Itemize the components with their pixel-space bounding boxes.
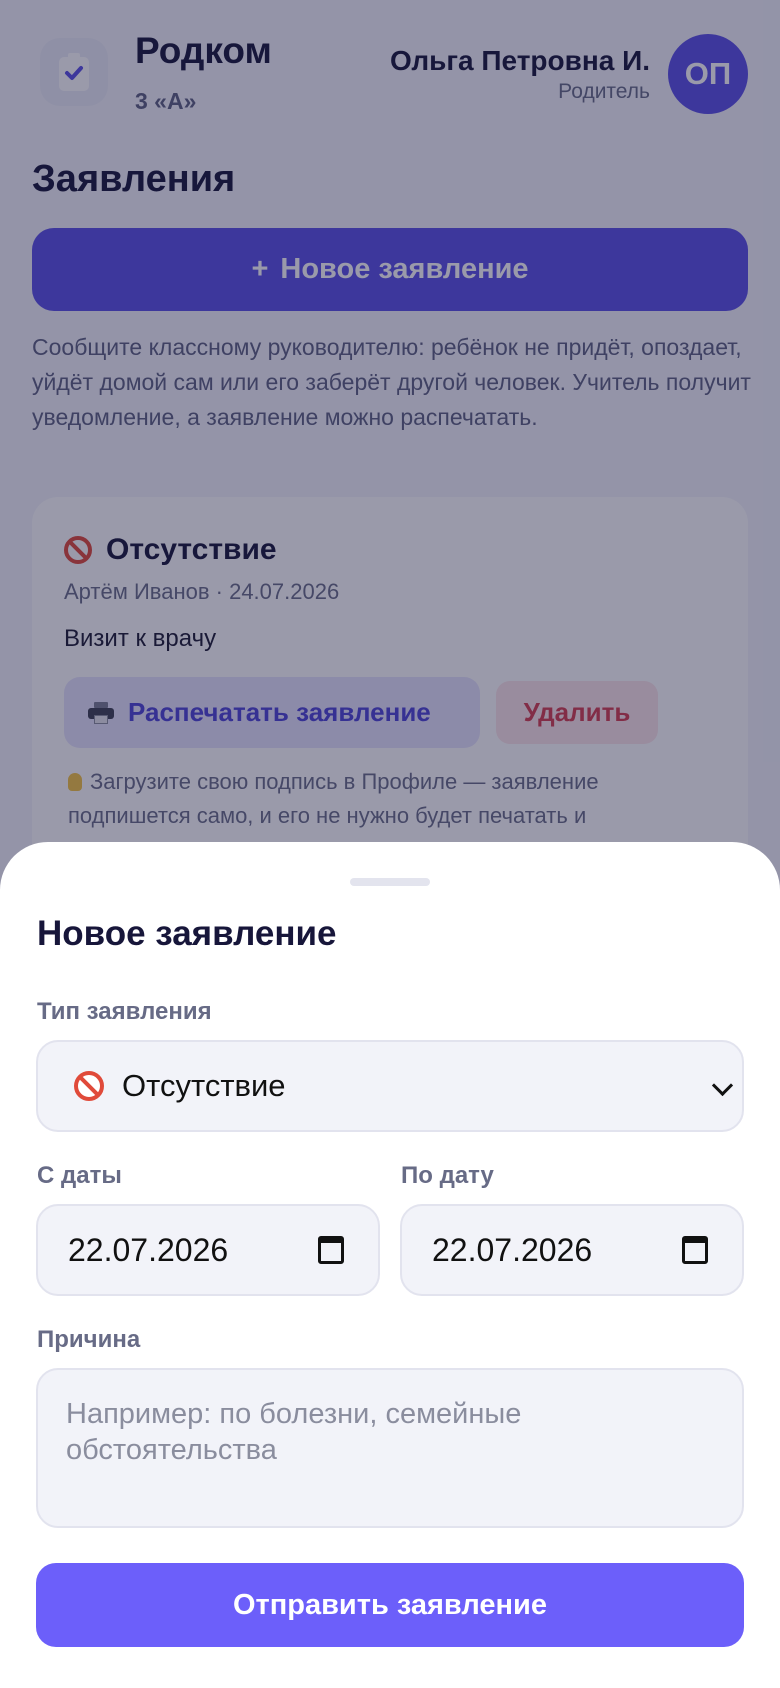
type-select-value: Отсутствие (122, 1068, 286, 1103)
from-date-label: С даты (37, 1162, 122, 1189)
type-label: Тип заявления (37, 998, 212, 1025)
reason-textarea[interactable]: Например: по болезни, семейные обстоятел… (36, 1368, 744, 1528)
new-application-sheet: Новое заявление Тип заявления Отсутствие… (0, 842, 780, 1688)
to-date-value: 22.07.2026 (432, 1231, 593, 1268)
calendar-icon[interactable] (318, 1236, 344, 1264)
to-date-input[interactable]: 22.07.2026 (400, 1204, 744, 1296)
reason-label: Причина (37, 1326, 141, 1353)
reason-placeholder: Например: по болезни, семейные обстоятел… (66, 1398, 522, 1466)
from-date-value: 22.07.2026 (68, 1231, 229, 1268)
sheet-grabber[interactable] (350, 878, 430, 886)
type-select[interactable]: Отсутствие (36, 1040, 744, 1132)
calendar-icon[interactable] (682, 1236, 708, 1264)
no-entry-icon (74, 1071, 104, 1101)
submit-application-button[interactable]: Отправить заявление (36, 1563, 744, 1647)
to-date-label: По дату (401, 1162, 494, 1189)
from-date-input[interactable]: 22.07.2026 (36, 1204, 380, 1296)
sheet-title: Новое заявление (37, 914, 337, 953)
chevron-down-icon (711, 1074, 734, 1097)
